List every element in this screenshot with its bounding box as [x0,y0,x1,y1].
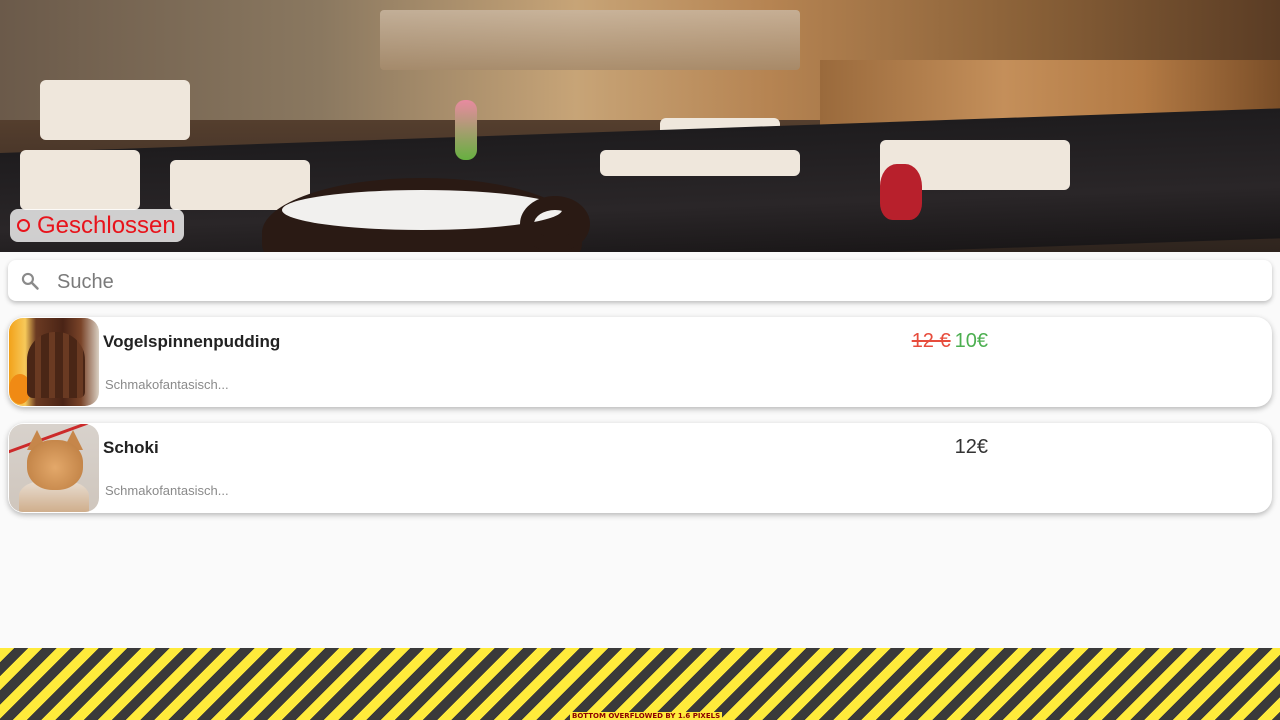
hero-vase [880,164,922,220]
menu-item-card[interactable]: Schoki Schmakofantasisch... 12€ [8,423,1272,513]
hero-flower [455,100,477,160]
hero-cup-handle [520,196,590,252]
hero-counter [380,10,800,70]
hero-chair [40,80,190,140]
overflow-warning-stripe [0,648,1280,720]
item-description: Schmakofantasisch... [105,483,229,498]
item-image-cat-head [27,440,83,490]
status-label: Geschlossen [37,211,176,239]
item-price-regular: 12€ [954,436,988,458]
item-price: 12 € 10€ [912,330,988,353]
item-price: 12€ [955,436,988,459]
hero-banner-image: Geschlossen [0,0,1280,252]
search-input[interactable] [57,260,1257,301]
status-dot-icon [17,219,30,232]
item-name: Vogelspinnenpudding [103,332,281,351]
item-image-pudding [27,332,85,398]
item-price-old: 12 € [911,330,951,352]
search-icon [21,272,39,290]
menu-item-card[interactable]: Vogelspinnenpudding Schmakofantasisch...… [8,317,1272,407]
item-price-sale: 10€ [954,330,988,352]
search-bar[interactable] [8,260,1272,301]
item-description: Schmakofantasisch... [105,377,229,392]
item-name: Schoki [103,438,159,457]
item-image [9,424,99,512]
status-badge: Geschlossen [10,209,184,242]
hero-chair [20,150,140,210]
hero-chair [600,150,800,176]
item-image [9,318,99,406]
overflow-warning-label: BOTTOM OVERFLOWED BY 1.6 PIXELS [570,712,723,720]
